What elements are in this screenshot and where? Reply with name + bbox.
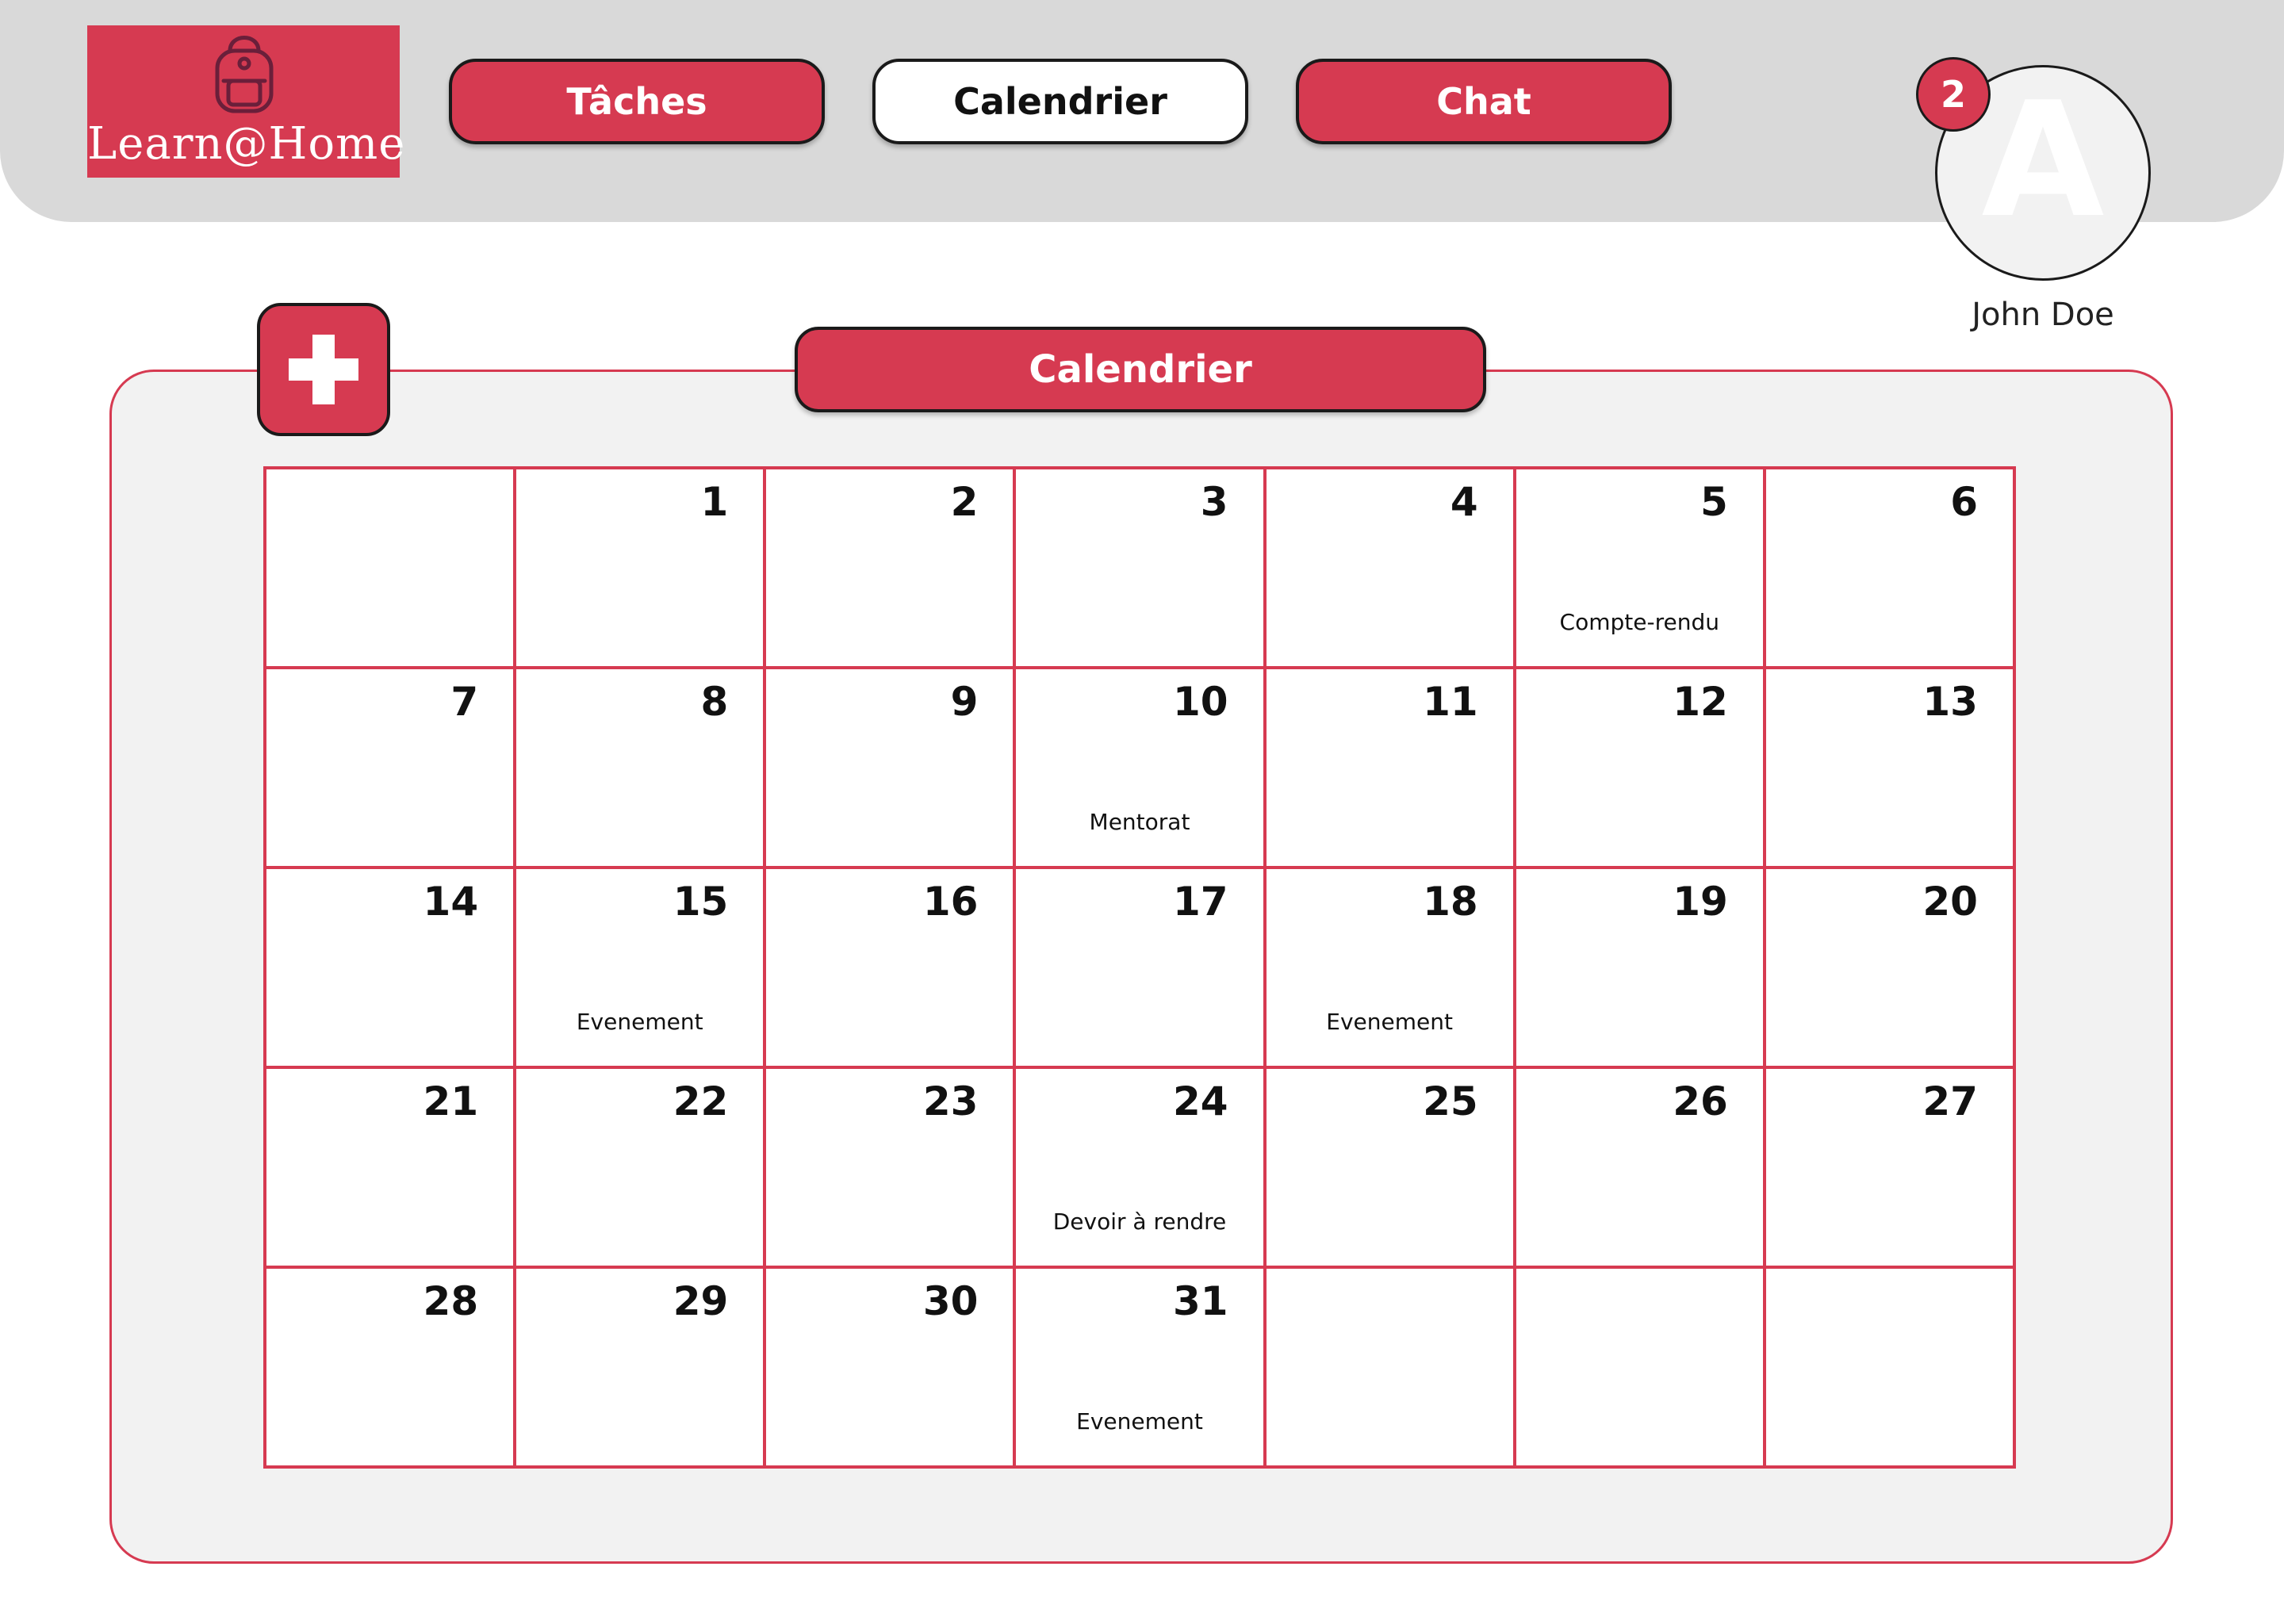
calendar-day-cell[interactable]: 17 — [1014, 868, 1265, 1067]
day-number: 2 — [950, 479, 979, 525]
event-label[interactable]: Compte-rendu — [1516, 609, 1763, 635]
calendar-day-cell[interactable]: 30 — [765, 1267, 1015, 1467]
avatar-initial: A — [1981, 68, 2105, 253]
nav-tab-chat[interactable]: Chat — [1296, 59, 1672, 144]
calendar-day-cell[interactable]: 4 — [1264, 468, 1515, 668]
calendar-day-cell[interactable] — [1764, 1267, 2014, 1467]
day-number: 29 — [673, 1278, 729, 1324]
day-number: 5 — [1700, 479, 1728, 525]
day-number: 24 — [1172, 1078, 1228, 1124]
day-number: 18 — [1423, 879, 1478, 925]
day-number: 27 — [1922, 1078, 1978, 1124]
day-number: 28 — [423, 1278, 479, 1324]
calendar-day-cell[interactable]: 9 — [765, 668, 1015, 868]
add-event-button[interactable] — [257, 303, 390, 436]
calendar-day-cell[interactable]: 24 Devoir à rendre — [1014, 1067, 1265, 1267]
day-number: 21 — [423, 1078, 479, 1124]
calendar-day-cell[interactable]: 28 — [265, 1267, 515, 1467]
day-number: 9 — [950, 679, 979, 725]
calendar-day-cell[interactable]: 12 — [1514, 668, 1765, 868]
calendar-title: Calendrier — [795, 327, 1486, 412]
calendar-day-cell[interactable]: 11 — [1264, 668, 1515, 868]
day-number: 19 — [1673, 879, 1728, 925]
brand-name: Learn@Home — [87, 118, 406, 170]
calendar-day-cell[interactable]: 13 — [1764, 668, 2014, 868]
calendar-day-cell[interactable]: 22 — [515, 1067, 765, 1267]
calendar-day-cell[interactable]: 10 Mentorat — [1014, 668, 1265, 868]
calendar-day-cell[interactable]: 29 — [515, 1267, 765, 1467]
day-number: 14 — [423, 879, 479, 925]
day-number: 15 — [673, 879, 729, 925]
calendar-day-cell[interactable]: 18 Evenement — [1264, 868, 1515, 1067]
day-number: 22 — [673, 1078, 729, 1124]
calendar-day-cell[interactable]: 7 — [265, 668, 515, 868]
nav-tab-taches[interactable]: Tâches — [449, 59, 825, 144]
calendar-day-cell[interactable]: 23 — [765, 1067, 1015, 1267]
calendar-day-cell[interactable]: 20 — [1764, 868, 2014, 1067]
calendar-day-cell[interactable]: 8 — [515, 668, 765, 868]
user-name: John Doe — [1972, 297, 2114, 333]
day-number: 17 — [1172, 879, 1228, 925]
calendar-day-cell[interactable]: 1 — [515, 468, 765, 668]
calendar-day-cell[interactable]: 2 — [765, 468, 1015, 668]
day-number: 7 — [450, 679, 479, 725]
calendar-day-cell[interactable]: 19 — [1514, 868, 1765, 1067]
day-number: 16 — [922, 879, 979, 925]
day-number: 20 — [1922, 879, 1978, 925]
day-number: 8 — [700, 679, 729, 725]
backpack-icon — [215, 36, 274, 113]
calendar-day-cell[interactable] — [265, 468, 515, 668]
calendar-day-cell[interactable]: 15 Evenement — [515, 868, 765, 1067]
calendar-grid: 1 2 3 4 5 Compte-rendu 6 7 8 9 10 Mentorat 11 12 13 14 1… — [263, 466, 2016, 1469]
plus-icon — [260, 306, 387, 433]
notification-badge[interactable]: 2 — [1916, 57, 1991, 132]
calendar-day-cell[interactable]: 25 — [1264, 1067, 1515, 1267]
app-logo[interactable]: Learn@Home — [87, 25, 406, 178]
day-number: 11 — [1423, 679, 1478, 725]
calendar-day-cell[interactable]: 26 — [1514, 1067, 1765, 1267]
calendar-day-cell[interactable]: 6 — [1764, 468, 2014, 668]
day-number: 10 — [1172, 679, 1228, 725]
calendar-day-cell[interactable]: 16 — [765, 868, 1015, 1067]
day-number: 6 — [1950, 479, 1978, 525]
calendar-day-cell[interactable]: 21 — [265, 1067, 515, 1267]
day-number: 30 — [922, 1278, 979, 1324]
day-number: 1 — [700, 479, 729, 525]
nav-tab-calendrier[interactable]: Calendrier — [872, 59, 1248, 144]
event-label[interactable]: Mentorat — [1016, 809, 1263, 835]
event-label[interactable]: Evenement — [1267, 1009, 1513, 1035]
day-number: 13 — [1922, 679, 1978, 725]
calendar-day-cell[interactable]: 27 — [1764, 1067, 2014, 1267]
day-number: 3 — [1200, 479, 1228, 525]
calendar-day-cell[interactable] — [1264, 1267, 1515, 1467]
calendar-day-cell[interactable] — [1514, 1267, 1765, 1467]
event-label[interactable]: Devoir à rendre — [1016, 1208, 1263, 1235]
day-number: 12 — [1673, 679, 1728, 725]
day-number: 25 — [1423, 1078, 1478, 1124]
day-number: 31 — [1172, 1278, 1228, 1324]
calendar-day-cell[interactable]: 31 Evenement — [1014, 1267, 1265, 1467]
calendar-day-cell[interactable]: 14 — [265, 868, 515, 1067]
event-label[interactable]: Evenement — [516, 1009, 763, 1035]
calendar-day-cell[interactable]: 3 — [1014, 468, 1265, 668]
calendar-day-cell[interactable]: 5 Compte-rendu — [1514, 468, 1765, 668]
day-number: 4 — [1450, 479, 1478, 525]
day-number: 26 — [1673, 1078, 1728, 1124]
day-number: 23 — [922, 1078, 979, 1124]
event-label[interactable]: Evenement — [1016, 1408, 1263, 1434]
